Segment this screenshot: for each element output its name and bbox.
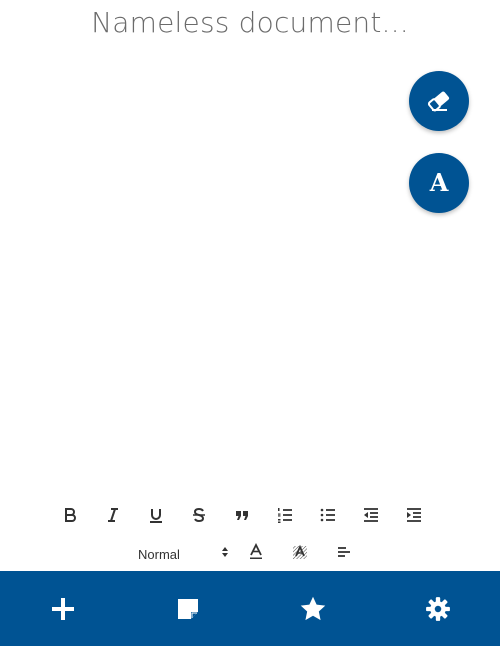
text-style-value: Normal — [138, 546, 180, 562]
sticky-note-icon — [176, 597, 200, 621]
strikethrough-icon — [190, 506, 208, 524]
text-style-select[interactable]: Normal — [134, 542, 230, 566]
clear-formatting-button[interactable] — [409, 71, 469, 131]
bullet-list-button[interactable] — [307, 503, 350, 527]
align-left-icon — [335, 543, 353, 566]
outdent-icon — [362, 506, 380, 524]
font-style-button[interactable]: A — [409, 153, 469, 213]
indent-button[interactable] — [393, 503, 436, 527]
highlight-color-button[interactable] — [278, 542, 322, 566]
blockquote-button[interactable] — [220, 503, 263, 527]
bold-icon — [61, 506, 79, 524]
align-button[interactable] — [322, 542, 366, 566]
underline-button[interactable] — [134, 503, 177, 527]
quote-icon — [233, 506, 251, 524]
document-title[interactable]: Nameless document... — [0, 4, 500, 42]
font-a-icon: A — [429, 168, 449, 197]
outdent-button[interactable] — [350, 503, 393, 527]
strikethrough-button[interactable] — [177, 503, 220, 527]
plus-icon — [51, 597, 75, 621]
format-toolbar — [48, 503, 436, 527]
select-arrows-icon — [220, 545, 230, 564]
ordered-list-button[interactable] — [264, 503, 307, 527]
underline-icon — [147, 506, 165, 524]
font-color-icon — [247, 542, 265, 566]
nav-note-button[interactable] — [125, 571, 250, 646]
highlight-color-icon — [291, 543, 309, 566]
star-icon — [299, 595, 327, 623]
gear-icon — [425, 596, 451, 622]
font-color-button[interactable] — [234, 542, 278, 566]
bottom-navigation — [0, 571, 500, 646]
bold-button[interactable] — [48, 503, 91, 527]
nav-settings-button[interactable] — [375, 571, 500, 646]
indent-icon — [405, 506, 423, 524]
italic-button[interactable] — [91, 503, 134, 527]
eraser-icon — [426, 90, 452, 112]
italic-icon — [104, 506, 122, 524]
style-toolbar: Normal — [130, 542, 366, 566]
nav-add-button[interactable] — [0, 571, 125, 646]
ordered-list-icon — [276, 506, 294, 524]
app-root: Nameless document... A Normal — [0, 0, 500, 646]
bullet-list-icon — [319, 506, 337, 524]
nav-favorites-button[interactable] — [250, 571, 375, 646]
